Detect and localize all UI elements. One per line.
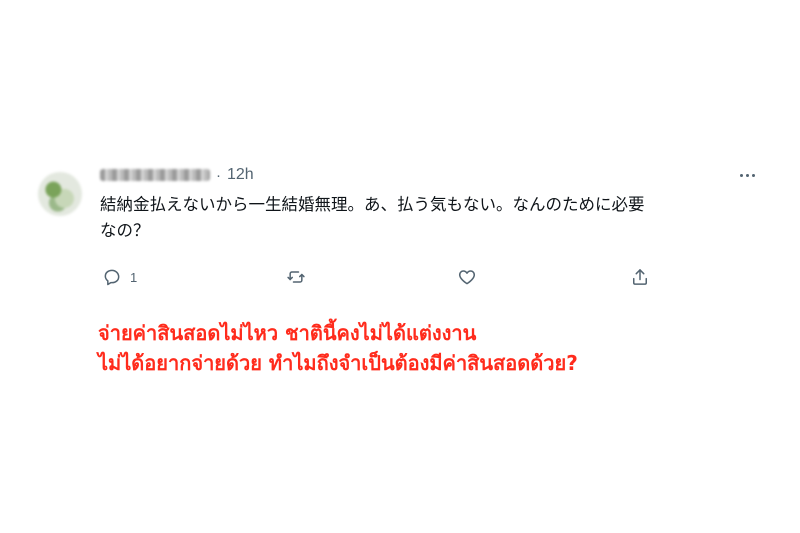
author-name-blurred[interactable] [100, 169, 210, 181]
reply-icon [102, 267, 122, 287]
tweet-header: · 12h [100, 164, 254, 186]
tweet-timestamp[interactable]: 12h [227, 166, 254, 184]
translation-caption: จ่ายค่าสินสอดไม่ไหว ชาตินี้คงไม่ได้แต่งง… [98, 318, 778, 378]
reply-count: 1 [130, 269, 138, 285]
avatar[interactable] [38, 172, 82, 216]
like-button[interactable] [457, 262, 477, 292]
reply-button[interactable]: 1 [102, 262, 137, 292]
more-options-button[interactable] [736, 164, 758, 186]
share-button[interactable] [630, 262, 650, 292]
retweet-icon [286, 267, 306, 287]
share-icon [630, 267, 650, 287]
caption-line-1: จ่ายค่าสินสอดไม่ไหว ชาตินี้คงไม่ได้แต่งง… [98, 321, 477, 345]
tweet-text: 結納金払えないから一生結婚無理。あ、払う気もない。なんのために必要 なの？ [100, 195, 645, 240]
more-icon [739, 173, 755, 177]
retweet-button[interactable] [286, 262, 306, 292]
like-icon [457, 267, 477, 287]
header-separator: · [216, 166, 221, 184]
tweet-actions: 1 [100, 262, 660, 292]
caption-line-2: ไม่ได้อยากจ่ายด้วย ทำไมถึงจำเป็นต้องมีค่… [98, 351, 578, 375]
